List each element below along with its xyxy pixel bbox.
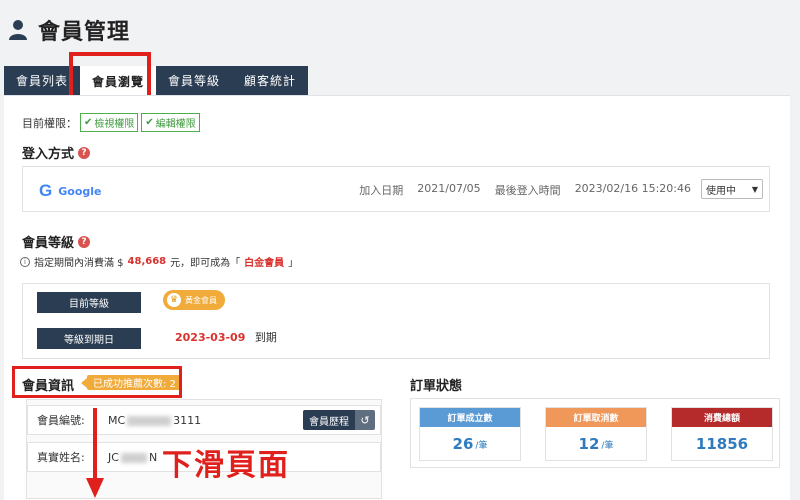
- expiry-suffix: 到期: [254, 331, 277, 344]
- scroll-down-hint: 下滑頁面: [162, 448, 290, 483]
- redacted-blur: [127, 415, 172, 426]
- google-label: Google: [58, 184, 102, 198]
- last-login-label: 最後登入時間: [494, 184, 561, 197]
- dropdown-icon: ▼: [751, 184, 758, 194]
- page-title: 會員管理: [38, 20, 131, 45]
- order-status-box: 訂單成立數 26/筆 訂單取消數 12/筆 消費總額 11856: [410, 398, 780, 468]
- member-id-suffix: 3111: [173, 413, 202, 427]
- tab-customer-stats[interactable]: 顧客統計: [232, 66, 309, 95]
- note-mid: 元，即可成為「: [170, 258, 241, 269]
- target-level: 白金會員: [244, 258, 285, 269]
- page: 會員管理 會員列表 會員瀏覽 會員等級 顧客統計 目前權限： ✔ 檢視權限 ✔ 編輯…: [0, 0, 800, 500]
- permission-label: 目前權限：: [22, 116, 77, 130]
- expiry-label: 等級到期日: [37, 328, 141, 349]
- real-name-value: JC N: [108, 451, 157, 464]
- help-icon[interactable]: ?: [78, 235, 91, 248]
- level-section-label: 會員等級: [22, 236, 75, 251]
- page-header: 會員管理: [8, 14, 130, 46]
- referral-count-tag: 已成功推薦次數: 2: [81, 375, 180, 390]
- order-created-card: 訂單成立數 26/筆: [419, 407, 521, 461]
- tab-member-level[interactable]: 會員等級: [156, 66, 233, 95]
- gold-member-text: 黃金會員: [185, 295, 217, 305]
- tab-bar: 會員列表 會員瀏覽 會員等級 顧客統計: [4, 66, 309, 96]
- total-spend-card: 消費總額 11856: [671, 407, 773, 461]
- order-created-value: 26/筆: [452, 435, 488, 453]
- login-section-label: 登入方式: [22, 147, 75, 162]
- login-section-title: 登入方式 ?: [22, 143, 91, 162]
- current-level-label: 目前等級: [37, 292, 141, 313]
- real-name-prefix: JC: [108, 450, 119, 464]
- level-upgrade-note: i 指定期間內消費滿 $ 48,668 元，即可成為「 白金會員 」: [20, 254, 298, 269]
- help-icon[interactable]: ?: [78, 146, 91, 159]
- check-icon: ✔: [145, 117, 154, 128]
- tab-member-list[interactable]: 會員列表: [4, 66, 81, 95]
- total-spend-label: 消費總額: [672, 408, 772, 427]
- expiry-value: 2023-03-09 到期: [175, 329, 277, 345]
- status-value: 使用中: [706, 185, 736, 197]
- google-login: G Google: [39, 181, 101, 201]
- order-cancelled-card: 訂單取消數 12/筆: [545, 407, 647, 461]
- member-id-prefix: MC: [108, 413, 126, 427]
- view-permission-badge: ✔ 檢視權限: [80, 113, 139, 132]
- level-box: 目前等級 ♛ 黃金會員 等級到期日 2023-03-09 到期: [22, 283, 770, 359]
- edit-permission-badge: ✔ 編輯權限: [141, 113, 200, 132]
- permission-row: 目前權限： ✔ 檢視權限 ✔ 編輯權限: [22, 113, 200, 132]
- member-id-row: 會員編號: MC 3111 會員歷程 ↺: [27, 405, 381, 435]
- member-id-value: MC 3111: [108, 414, 201, 427]
- member-info-section-title: 會員資訊: [22, 375, 74, 394]
- view-permission-text: 檢視權限: [94, 119, 135, 130]
- member-info-label: 會員資訊: [22, 379, 75, 394]
- gold-member-badge: ♛ 黃金會員: [163, 290, 225, 310]
- main-panel: 目前權限： ✔ 檢視權限 ✔ 編輯權限 登入方式 ? G Google 加入日期 2…: [4, 95, 790, 500]
- note-prefix: 指定期間內消費滿 $: [34, 258, 124, 269]
- crown-icon: ♛: [167, 293, 181, 307]
- check-icon: ✔: [84, 117, 93, 128]
- order-cancelled-label: 訂單取消數: [546, 408, 646, 427]
- total-spend-value: 11856: [695, 435, 749, 453]
- status-select[interactable]: 使用中 ▼: [701, 179, 763, 199]
- expiry-date: 2023-03-09: [175, 331, 246, 344]
- order-status-title: 訂單狀態: [410, 379, 463, 394]
- history-icon: ↺: [355, 410, 375, 430]
- member-history-button[interactable]: 會員歷程 ↺: [303, 410, 375, 430]
- real-name-label: 真實姓名:: [37, 451, 85, 464]
- login-method-box: G Google 加入日期 2021/07/05 最後登入時間 2023/02/…: [22, 166, 770, 212]
- join-date-label: 加入日期: [359, 184, 404, 197]
- order-created-label: 訂單成立數: [420, 408, 520, 427]
- info-icon: i: [20, 256, 30, 267]
- google-icon: G: [39, 181, 53, 200]
- order-cancelled-value: 12/筆: [578, 435, 614, 453]
- required-amount: 48,668: [127, 256, 167, 267]
- tab-member-browse[interactable]: 會員瀏覽: [80, 66, 157, 96]
- last-login-time: 2023/02/16 15:20:46: [574, 182, 691, 195]
- edit-permission-text: 編輯權限: [155, 119, 196, 130]
- user-icon: [8, 19, 28, 41]
- login-meta: 加入日期 2021/07/05 最後登入時間 2023/02/16 15:20:…: [359, 182, 691, 198]
- join-date: 2021/07/05: [417, 182, 481, 195]
- real-name-suffix: N: [148, 450, 158, 464]
- redacted-blur: [120, 452, 147, 463]
- level-section-title: 會員等級 ?: [22, 232, 91, 251]
- note-suffix: 」: [288, 258, 299, 269]
- member-id-label: 會員編號:: [37, 414, 85, 427]
- member-history-label: 會員歷程: [303, 410, 355, 430]
